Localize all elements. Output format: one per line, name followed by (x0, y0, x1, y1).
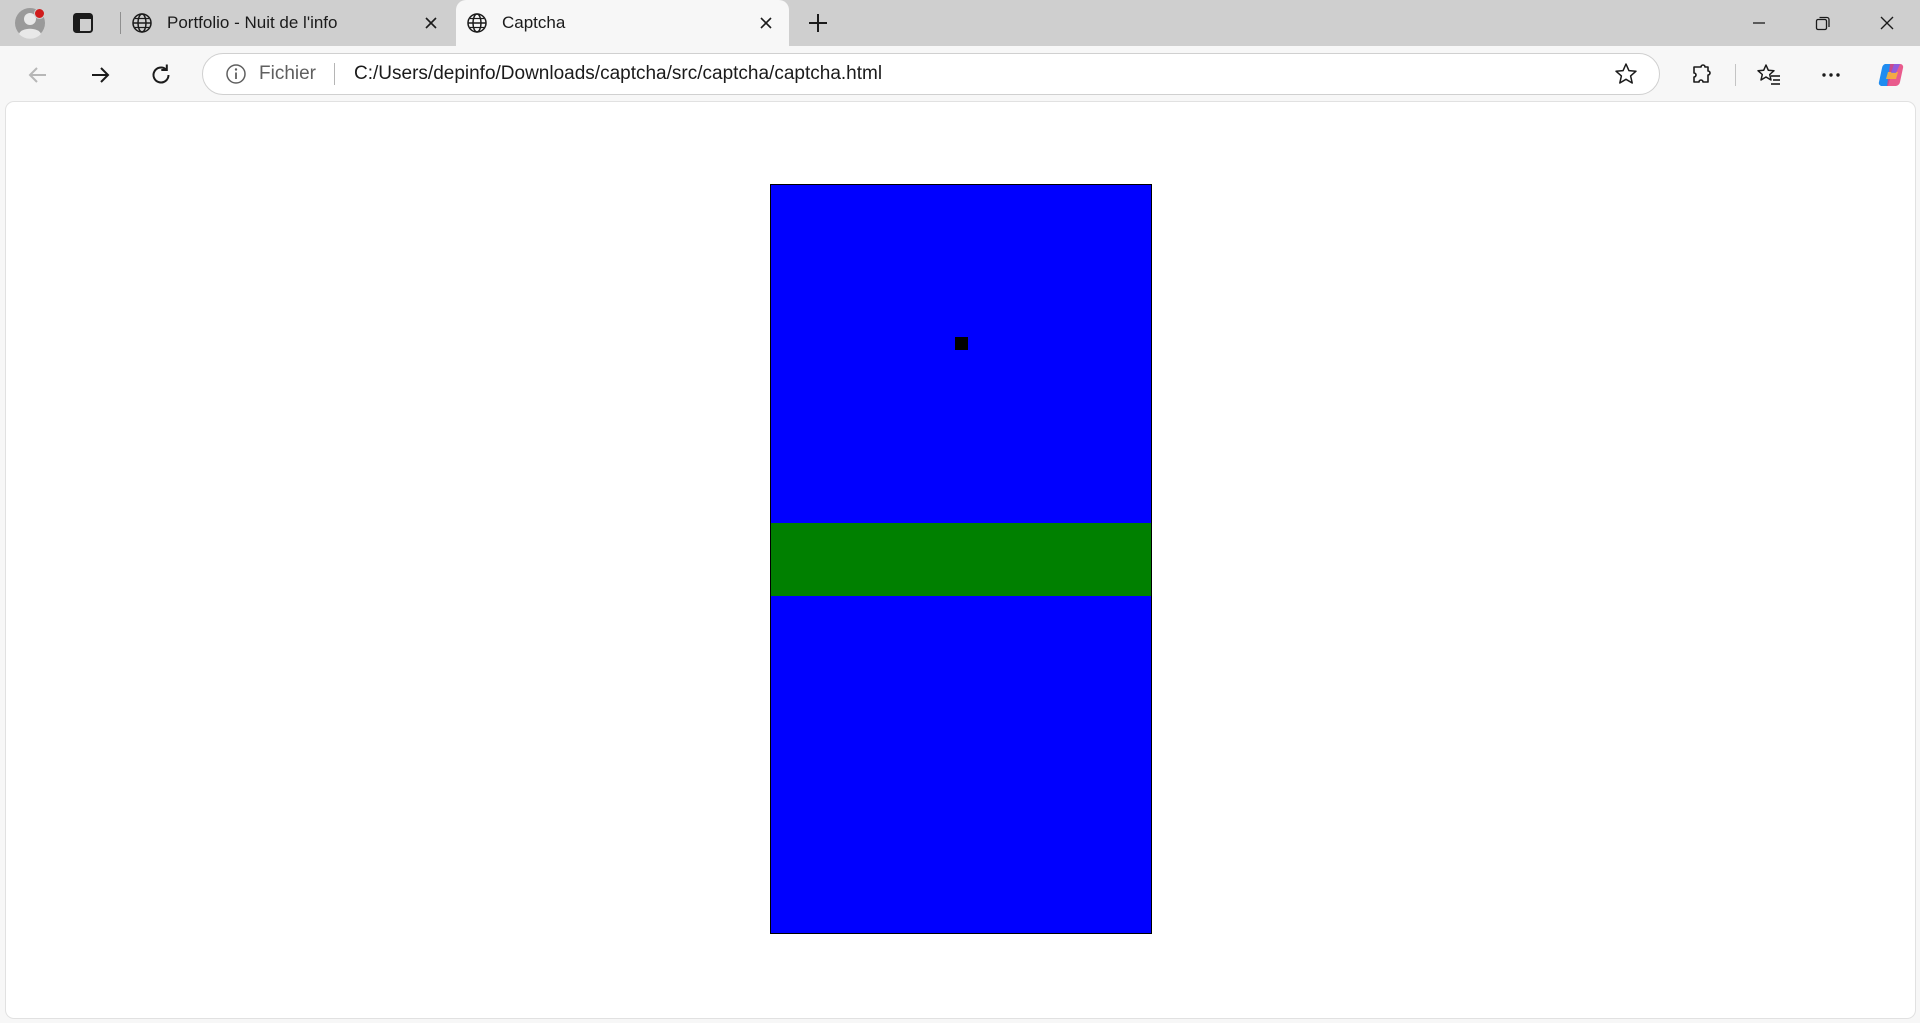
captcha-blue-zone-top (771, 185, 1151, 523)
copilot-icon[interactable] (1876, 59, 1908, 91)
url-text[interactable]: C:/Users/depinfo/Downloads/captcha/src/c… (354, 63, 1613, 85)
more-options-icon[interactable] (1818, 62, 1844, 88)
tab-actions-icon (73, 13, 93, 33)
globe-icon (467, 13, 487, 33)
tab-title: Captcha (502, 13, 566, 32)
captcha-player-square[interactable] (955, 337, 968, 350)
captcha-target-zone (771, 523, 1151, 596)
notification-dot (34, 8, 45, 19)
info-icon[interactable] (225, 63, 247, 85)
captcha-blue-zone-bottom (771, 596, 1151, 933)
captcha-canvas[interactable] (770, 184, 1152, 934)
refresh-icon[interactable] (148, 62, 174, 88)
tab-portfolio[interactable]: Portfolio - Nuit de l'info (121, 0, 454, 46)
toolbar-separator (1735, 64, 1736, 86)
forward-arrow-icon[interactable] (87, 62, 113, 88)
tab-captcha[interactable]: Captcha (456, 0, 789, 46)
tab-strip: Portfolio - Nuit de l'info Captcha (0, 0, 1920, 46)
page-viewport (6, 102, 1915, 1018)
browser-window: Portfolio - Nuit de l'info Captcha Fichi… (0, 0, 1920, 1023)
favorite-star-icon[interactable] (1613, 61, 1639, 87)
address-divider (334, 63, 336, 85)
minimize-icon[interactable] (1748, 12, 1770, 34)
site-info-label[interactable]: Fichier (259, 63, 316, 85)
new-tab-icon[interactable] (806, 11, 830, 35)
profile-avatar-button[interactable] (14, 7, 46, 39)
favorites-icon[interactable] (1756, 62, 1782, 88)
close-tab-icon[interactable] (422, 14, 440, 32)
restore-icon[interactable] (1812, 12, 1834, 34)
address-bar[interactable]: Fichier C:/Users/depinfo/Downloads/captc… (202, 53, 1660, 95)
close-tab-icon[interactable] (757, 14, 775, 32)
globe-icon (132, 13, 152, 33)
navigation-toolbar: Fichier C:/Users/depinfo/Downloads/captc… (0, 46, 1920, 102)
extensions-icon[interactable] (1689, 62, 1715, 88)
tab-title: Portfolio - Nuit de l'info (167, 13, 338, 32)
close-window-icon[interactable] (1876, 12, 1898, 34)
back-arrow-icon[interactable] (25, 62, 51, 88)
tab-actions-button[interactable] (68, 11, 98, 35)
